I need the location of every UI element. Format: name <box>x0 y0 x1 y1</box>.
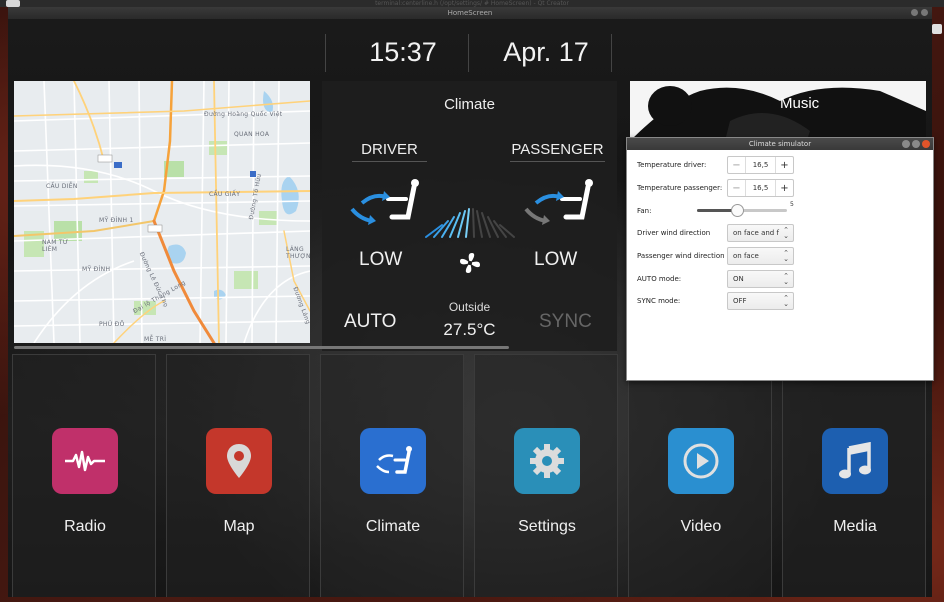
desktop-top-bar: terminal:centerline.h (/opt/settings/ # … <box>0 0 944 7</box>
temp-passenger-value[interactable]: 16,5 <box>746 180 775 196</box>
map-widget[interactable]: Đường Hoàng Quốc Việt QUAN HOA CẦU DIỄN … <box>14 81 310 343</box>
combo-arrows-icon: ⌃ ⌄ <box>783 249 789 263</box>
map-pin-icon <box>206 428 272 494</box>
temp-driver-label: Temperature driver: <box>637 161 707 169</box>
outside-label: Outside <box>448 300 491 314</box>
combo-arrows-icon: ⌃ ⌄ <box>783 294 789 308</box>
desktop-button[interactable] <box>6 0 20 7</box>
auto-mode-label: AUTO mode: <box>637 275 682 283</box>
passenger-wind-combobox[interactable]: on face ⌃ ⌄ <box>727 247 794 265</box>
app-label: Map <box>223 518 255 535</box>
combo-arrows-icon: ⌃ ⌄ <box>783 272 789 286</box>
temp-passenger-label: Temperature passenger: <box>637 184 723 192</box>
app-label: Media <box>833 518 877 535</box>
temp-driver-value[interactable]: 16,5 <box>746 157 775 173</box>
window-title: HomeScreen <box>447 9 493 17</box>
minimize-button[interactable] <box>902 140 910 148</box>
auto-button[interactable]: AUTO <box>344 311 396 333</box>
auto-mode-combobox[interactable]: ON ⌃ ⌄ <box>727 270 794 288</box>
outside-temperature: 27.5°C <box>443 320 496 339</box>
app-label: Climate <box>365 518 421 535</box>
map-label: NAM TỪ LIÊM <box>42 239 69 253</box>
fan-slider-max: 5 <box>790 201 794 208</box>
app-tile-climate[interactable]: Climate <box>320 354 464 597</box>
driver-fan-level[interactable]: LOW <box>359 249 402 271</box>
music-note-icon <box>822 428 888 494</box>
simulator-title-bar[interactable]: Climate simulator <box>627 138 933 150</box>
window-controls <box>911 9 928 16</box>
app-label: Settings <box>518 518 576 535</box>
sync-mode-value: OFF <box>733 297 747 305</box>
map-label: Đường Hoàng Quốc Việt <box>204 111 283 118</box>
status-separator <box>611 34 612 72</box>
map-label: LÁNG THƯỢNG <box>286 246 310 260</box>
temp-passenger-spinbox[interactable]: − 16,5 + <box>727 179 794 197</box>
app-label: Radio <box>64 518 106 535</box>
app-tile-media[interactable]: Media <box>782 354 926 597</box>
close-button[interactable] <box>921 9 928 16</box>
increment-button[interactable]: + <box>775 157 793 173</box>
passenger-seat-airflow-icon <box>524 179 593 225</box>
close-button[interactable] <box>922 140 930 148</box>
passenger-fan-level[interactable]: LOW <box>534 249 577 271</box>
desktop-caption: terminal:centerline.h (/opt/settings/ # … <box>375 0 569 7</box>
play-icon <box>668 428 734 494</box>
window-title-bar[interactable]: HomeScreen <box>8 7 932 19</box>
driver-wind-combobox[interactable]: on face and f ⌃ ⌄ <box>727 224 794 242</box>
driver-wind-value: on face and f <box>733 229 779 237</box>
music-title: Music <box>780 95 820 112</box>
sync-mode-label: SYNC mode: <box>637 297 681 305</box>
map-label: QUAN HOA <box>234 131 270 138</box>
fan-label: Fan: <box>637 207 652 215</box>
fan-icon[interactable] <box>458 251 482 275</box>
climate-widget[interactable]: Climate DRIVER PASSENGER LOW LOW AUTO Ou… <box>322 81 617 351</box>
combo-arrows-icon: ⌃ ⌄ <box>783 226 789 240</box>
map-label: MỄ TRÌ <box>144 336 167 343</box>
map-label: CẦU DIỄN <box>46 183 78 190</box>
widget-scrollbar[interactable] <box>14 346 509 349</box>
fan-level-meter <box>425 208 515 238</box>
map-label: MỸ ĐÌNH <box>82 266 111 273</box>
fan-slider-handle[interactable] <box>731 204 744 217</box>
gear-icon <box>514 428 580 494</box>
app-label: Video <box>680 518 722 535</box>
app-tile-map[interactable]: Map <box>166 354 310 597</box>
increment-button[interactable]: + <box>775 180 793 196</box>
climate-seat-icon <box>360 428 426 494</box>
driver-wind-label: Driver wind direction <box>637 229 711 237</box>
sync-button[interactable]: SYNC <box>539 311 592 333</box>
passenger-wind-value: on face <box>733 252 759 260</box>
driver-label: DRIVER <box>352 141 427 162</box>
map-label: PHÚ ĐÔ <box>99 321 125 328</box>
temp-driver-spinbox[interactable]: − 16,5 + <box>727 156 794 174</box>
desktop-side-button[interactable] <box>932 24 942 34</box>
simulator-window-controls <box>902 140 930 148</box>
sync-mode-combobox[interactable]: OFF ⌃ ⌄ <box>727 292 794 310</box>
decrement-button[interactable]: − <box>728 180 746 196</box>
simulator-title: Climate simulator <box>748 140 812 148</box>
passenger-label: PASSENGER <box>510 141 605 162</box>
auto-mode-value: ON <box>733 275 744 283</box>
climate-simulator-window: Climate simulator Temperature driver: − … <box>626 137 934 381</box>
app-tile-radio[interactable]: Radio <box>12 354 156 597</box>
decrement-button[interactable]: − <box>728 157 746 173</box>
map-label: CẦU GIẤY <box>209 191 241 198</box>
clock-date: Apr. 17 <box>503 37 589 67</box>
driver-seat-airflow-icon <box>350 179 419 225</box>
status-separator <box>468 34 469 72</box>
maximize-button[interactable] <box>912 140 920 148</box>
status-separator <box>325 34 326 72</box>
passenger-wind-label: Passenger wind direction <box>637 252 725 260</box>
clock-time: 15:37 <box>369 37 437 67</box>
minimize-button[interactable] <box>911 9 918 16</box>
app-tile-settings[interactable]: Settings <box>474 354 618 597</box>
radio-wave-icon <box>52 428 118 494</box>
climate-title: Climate <box>444 96 495 113</box>
app-tile-video[interactable]: Video <box>628 354 772 597</box>
map-label: MỸ ĐÌNH 1 <box>99 217 134 224</box>
